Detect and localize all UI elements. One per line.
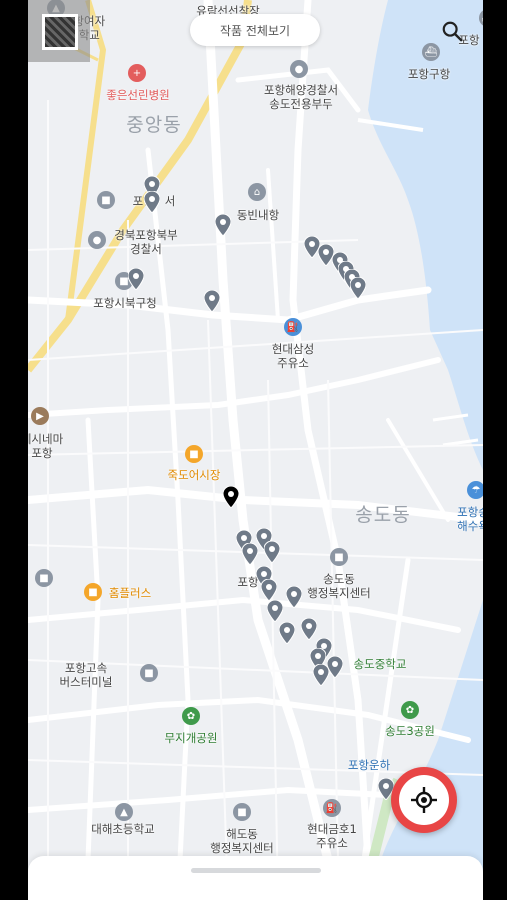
market-icon: ■: [185, 445, 203, 463]
place-label: 포항해양경찰서 송도전용부두: [263, 83, 339, 111]
district-label: 중앙동: [126, 114, 182, 136]
government-icon: ■: [97, 191, 115, 209]
place-label: 송도중학교: [353, 657, 407, 671]
map-view[interactable]: 중앙동 송도동 ▲ ⛴ ⛴ + ● ■ ⌂ ● ■ ⛽ ▶ ■ ☂ ■ ■ ■ …: [28, 0, 483, 900]
place-label: 포항고속 버스터미널: [59, 661, 113, 689]
crosshair-icon: [411, 787, 437, 813]
place-label: 포항구항: [407, 67, 451, 81]
artwork-marker[interactable]: [203, 289, 221, 313]
artwork-marker[interactable]: [278, 621, 296, 645]
government-icon: ■: [330, 548, 348, 566]
gas-station-icon: ⛽: [284, 318, 302, 336]
current-location-button[interactable]: [391, 767, 457, 833]
artwork-marker[interactable]: [143, 190, 161, 214]
artwork-marker[interactable]: [326, 655, 344, 679]
bus-icon: ■: [140, 664, 158, 682]
police-icon: ●: [290, 60, 308, 78]
park-icon: ✿: [182, 707, 200, 725]
hospital-icon: +: [128, 64, 146, 82]
district-label: 송도동: [355, 504, 411, 526]
park-icon: ✿: [401, 701, 419, 719]
place-label: 현대삼성 주유소: [271, 342, 315, 370]
qr-code-icon[interactable]: [28, 0, 90, 62]
place-label: 동빈내항: [236, 208, 280, 222]
bank-icon: ■: [35, 569, 53, 587]
place-label: 메시네마 포항: [28, 432, 64, 460]
place-label: 포항시북구청: [93, 296, 157, 310]
artwork-marker[interactable]: [349, 276, 367, 300]
basemap: [28, 0, 483, 900]
place-label: 송도동 행정복지센터: [307, 572, 371, 600]
artwork-marker[interactable]: [263, 540, 281, 564]
bottom-sheet[interactable]: [28, 856, 483, 900]
place-label: 현대금호1 주유소: [307, 822, 357, 850]
view-all-works-button[interactable]: 작품 전체보기: [190, 14, 320, 46]
screen-bezel-right: [483, 0, 507, 900]
artwork-marker[interactable]: [285, 585, 303, 609]
place-label: 포항송 해수욕: [457, 505, 483, 533]
place-label: 홈플러스: [108, 586, 152, 600]
port-icon: ⌂: [248, 183, 266, 201]
ferry-icon: ⛴: [422, 43, 440, 61]
artwork-marker[interactable]: [241, 542, 259, 566]
place-label: 해도동 행정복지센터: [210, 827, 274, 855]
selected-artwork-marker[interactable]: [222, 485, 240, 509]
artwork-marker[interactable]: [127, 267, 145, 291]
place-label: 경북포항북부 경찰서: [114, 228, 178, 256]
place-label: 죽도어시장: [167, 468, 221, 482]
police-icon: ●: [88, 231, 106, 249]
place-label: 무지개공원: [164, 731, 218, 745]
artwork-marker[interactable]: [300, 617, 318, 641]
artwork-marker[interactable]: [214, 213, 232, 237]
beach-icon: ☂: [467, 481, 483, 499]
government-icon: ■: [233, 803, 251, 821]
place-label: 송도3공원: [385, 724, 435, 738]
search-icon[interactable]: [441, 20, 463, 42]
sheet-drag-handle[interactable]: [190, 868, 321, 873]
artwork-marker[interactable]: [260, 578, 278, 602]
artwork-marker[interactable]: [266, 599, 284, 623]
place-label: 포항운하: [347, 758, 391, 772]
screen-bezel-left: [0, 0, 28, 900]
gas-station-icon: ⛽: [323, 799, 341, 817]
app-screen: 중앙동 송도동 ▲ ⛴ ⛴ + ● ■ ⌂ ● ■ ⛽ ▶ ■ ☂ ■ ■ ■ …: [0, 0, 507, 900]
school-icon: ▲: [115, 803, 133, 821]
artwork-marker[interactable]: [312, 663, 330, 687]
cinema-icon: ▶: [31, 407, 49, 425]
place-label: 대해초등학교: [91, 822, 155, 836]
shopping-icon: ■: [84, 583, 102, 601]
place-label: 좋은선린병원: [106, 88, 170, 102]
